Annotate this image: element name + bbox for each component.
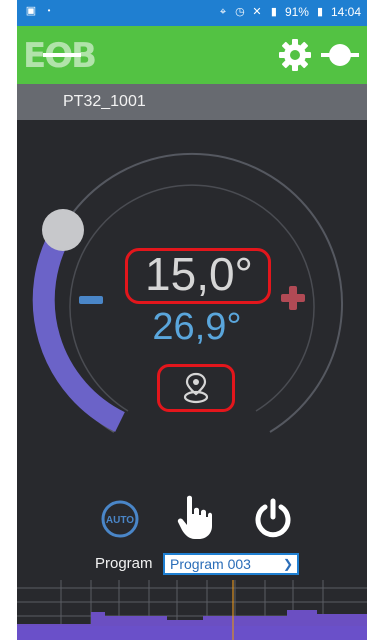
- program-selected-value: Program 003: [170, 556, 251, 572]
- eob-logo: EOB: [23, 38, 97, 72]
- hand-icon[interactable]: [177, 494, 213, 540]
- status-bar: ▣ • ⌖ ◷ ✕ ▮ 91% ▮ 14:04: [17, 0, 367, 26]
- notification-dot-icon: •: [47, 6, 51, 15]
- battery-percent: 91%: [284, 5, 309, 19]
- location-status-icon: ⌖: [219, 6, 227, 18]
- dial-fill-arc: [32, 224, 125, 432]
- auto-label: AUTO: [106, 515, 134, 526]
- clock: 14:04: [330, 5, 361, 19]
- thermostat-dial[interactable]: 15,0° 26,9°: [17, 120, 367, 480]
- device-bar: PT32_1001: [17, 84, 367, 120]
- app-screen: ▣ • ⌖ ◷ ✕ ▮ 91% ▮ 14:04 EOB PT32_1001 15…: [17, 0, 367, 640]
- program-label: Program: [95, 555, 153, 572]
- signal-icon: ▮: [270, 6, 277, 18]
- decrease-button[interactable]: [79, 296, 103, 304]
- current-temperature: 26,9°: [152, 306, 242, 348]
- increase-button[interactable]: [281, 286, 305, 310]
- device-name: PT32_1001: [63, 93, 146, 110]
- chevron-down-icon: ❯: [282, 557, 293, 571]
- schedule-timeline: [17, 580, 367, 640]
- gear-icon[interactable]: [279, 39, 311, 71]
- program-select[interactable]: Program 003 ❯: [163, 553, 299, 575]
- power-icon[interactable]: [253, 498, 293, 538]
- setpoint-highlight: [125, 248, 271, 304]
- schedule-base: [17, 626, 367, 640]
- program-row: Program Program 003 ❯: [17, 550, 367, 578]
- auto-mode-button[interactable]: AUTO: [101, 500, 139, 538]
- location-pin-icon[interactable]: [181, 372, 211, 404]
- alarm-icon: ◷: [235, 6, 245, 18]
- image-notification-icon: ▣: [25, 5, 37, 17]
- mute-icon: ✕: [252, 6, 262, 18]
- app-bar: EOB: [17, 26, 367, 84]
- plug-icon[interactable]: [321, 39, 359, 71]
- dial-knob[interactable]: [42, 209, 84, 251]
- battery-icon: ▮: [316, 6, 323, 18]
